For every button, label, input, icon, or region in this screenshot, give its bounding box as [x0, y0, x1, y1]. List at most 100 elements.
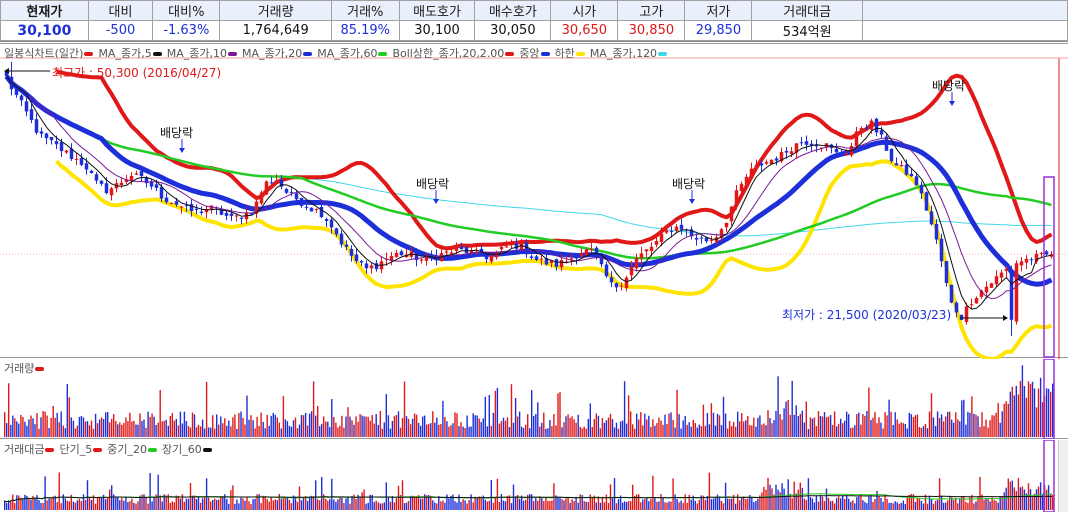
volume-bar: [100, 417, 103, 437]
volume-bar: [367, 416, 369, 437]
price-legend-item-5[interactable]: Boll상한_종가,20,2.00: [392, 47, 516, 60]
candle-body: [754, 164, 759, 167]
trade-value-bar: [694, 500, 696, 510]
volume-bar: [113, 414, 115, 437]
trade-value-bar: [866, 503, 868, 510]
candle-body: [339, 233, 344, 245]
volume-bar: [846, 411, 848, 437]
trade-value-bar: [151, 501, 153, 510]
volume-bar: [147, 411, 149, 437]
candle-body: [974, 298, 979, 304]
candle-body: [329, 219, 334, 228]
trade-value-bar: [967, 503, 969, 510]
trade-value-bar: [191, 495, 194, 510]
value-legend-item-2[interactable]: 중기_20: [107, 443, 159, 456]
value-legend-item-1[interactable]: 단기_5: [59, 443, 104, 456]
trade-value-bar: [347, 497, 349, 510]
trade-value-bar: [298, 486, 301, 510]
volume-bar: [284, 419, 287, 437]
trade-value-bar: [36, 495, 38, 510]
trade-value-bar: [625, 502, 628, 510]
trade-value-bar: [997, 502, 999, 510]
trade-value-bar: [24, 494, 26, 510]
volume-bar: [539, 426, 541, 437]
volume-bar: [856, 414, 858, 437]
candle-body: [224, 212, 229, 216]
candle-body: [1029, 259, 1034, 261]
trade-value-bar: [94, 503, 97, 510]
trade-value-chart-panel[interactable]: 거래대금 단기_5 중기_20 장기_60: [0, 440, 1068, 512]
trade-value-bar: [119, 500, 121, 510]
volume-chart-panel[interactable]: 거래량: [0, 359, 1068, 439]
volume-bar: [771, 423, 773, 437]
candle-body: [694, 237, 699, 240]
trade-value-bar: [718, 496, 721, 510]
quote-change-pct: -1.63%: [152, 20, 221, 41]
volume-bar: [1017, 394, 1020, 437]
volume-bar: [755, 426, 757, 437]
candle-body: [399, 251, 404, 256]
trade-value-bar: [50, 498, 52, 510]
price-legend-item-3[interactable]: MA_종가,20: [242, 47, 314, 60]
price-legend-item-8[interactable]: MA_종가,120: [590, 47, 669, 60]
volume-bar: [702, 404, 705, 437]
volume-bar: [504, 420, 507, 437]
volume-bar: [218, 424, 220, 437]
volume-bar: [813, 417, 816, 437]
trade-value-bar: [938, 478, 941, 510]
volume-bar: [737, 411, 739, 437]
trade-value-bar: [942, 502, 945, 510]
trade-value-bar: [319, 500, 321, 510]
right-scroll-edge[interactable]: [1058, 440, 1068, 512]
trade-value-bar: [753, 502, 755, 510]
trade-value-bar: [133, 502, 135, 510]
trade-value-bar: [658, 501, 660, 510]
volume-bar: [945, 416, 947, 437]
price-legend-item-6[interactable]: 중앙: [519, 47, 551, 60]
candle-body: [919, 184, 924, 194]
volume-bar: [18, 423, 20, 437]
volume-bar: [866, 411, 868, 437]
volume-bar: [254, 428, 256, 437]
trade-value-bar: [38, 500, 40, 510]
volume-bar: [506, 417, 509, 437]
price-chart-panel[interactable]: 일봉식차트(일간) MA_종가,5 MA_종가,10 MA_종가,20 MA_종가,60…: [0, 43, 1068, 359]
volume-bar: [133, 420, 135, 437]
volume-bar: [1045, 388, 1048, 437]
volume-bar: [793, 414, 795, 437]
volume-bar: [119, 422, 121, 437]
volume-bar: [1041, 402, 1044, 437]
volume-bar: [712, 412, 715, 437]
volume-bar: [706, 413, 709, 437]
volume-bar: [840, 418, 842, 437]
volume-bar: [389, 428, 392, 437]
trade-value-bar: [300, 500, 303, 510]
trade-value-bar: [983, 499, 985, 510]
volume-bar: [212, 415, 214, 437]
price-legend-item-4[interactable]: MA_종가,60: [317, 47, 389, 60]
volume-bar: [924, 423, 927, 437]
trade-value-bar: [498, 502, 501, 510]
volume-bar: [456, 413, 458, 437]
value-legend-item-0[interactable]: 거래대금: [4, 443, 56, 456]
trade-value-bar: [244, 500, 246, 510]
bollinger-lower-band: [55, 159, 1053, 359]
volume-bar: [14, 418, 16, 437]
volume-bar: [908, 412, 910, 437]
trade-value-bar: [375, 500, 377, 510]
candle-body: [274, 180, 279, 184]
volume-bar: [842, 423, 844, 437]
trade-value-bar: [765, 489, 767, 510]
value-legend-item-3[interactable]: 장기_60: [162, 443, 214, 456]
price-legend-item-1[interactable]: MA_종가,5: [98, 47, 163, 60]
price-legend-item-2[interactable]: MA_종가,10: [167, 47, 239, 60]
volume-bar: [94, 413, 97, 437]
price-legend-item-7[interactable]: 하한: [555, 47, 587, 60]
trade-value-bar: [585, 501, 587, 510]
volume-bar: [262, 421, 264, 437]
volume-bar: [525, 424, 527, 437]
trade-value-bar: [325, 498, 327, 510]
price-legend-item-0[interactable]: 일봉식차트(일간): [4, 47, 95, 60]
volume-bar: [1029, 383, 1032, 437]
volume-chart[interactable]: [0, 359, 1068, 439]
